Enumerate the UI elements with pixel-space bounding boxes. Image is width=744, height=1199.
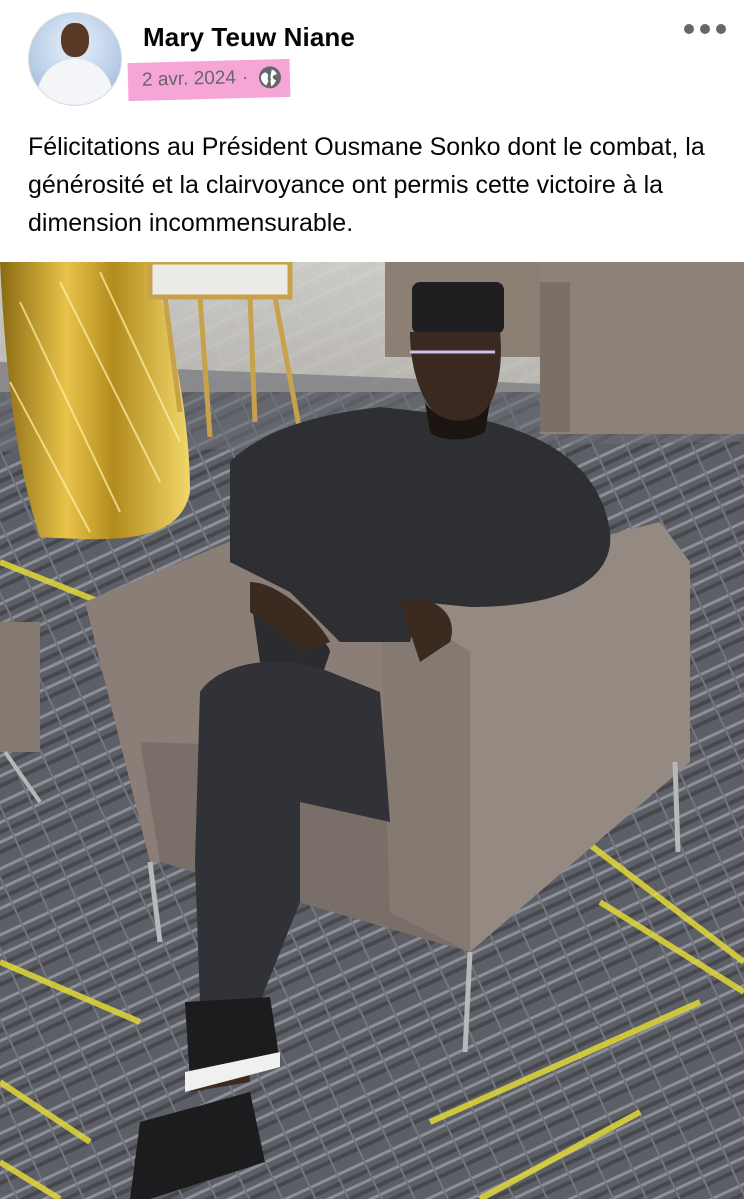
post-date[interactable]: 2 avr. 2024 bbox=[142, 67, 237, 91]
meta-separator: · bbox=[241, 66, 249, 89]
post-text: Félicitations au Président Ousmane Sonko… bbox=[28, 133, 705, 237]
globe-icon[interactable] bbox=[258, 65, 283, 90]
post-photo[interactable] bbox=[0, 262, 744, 1199]
author-avatar[interactable] bbox=[28, 12, 122, 106]
avatar-head bbox=[61, 23, 89, 57]
avatar-shoulders bbox=[37, 59, 113, 105]
author-name[interactable]: Mary Teuw Niane bbox=[143, 22, 355, 53]
post-header: Mary Teuw Niane 2 avr. 2024 · bbox=[0, 0, 744, 130]
more-horizontal-icon[interactable] bbox=[684, 22, 728, 36]
post-meta: 2 avr. 2024 · bbox=[127, 56, 291, 104]
date-highlight: 2 avr. 2024 · bbox=[127, 58, 291, 102]
